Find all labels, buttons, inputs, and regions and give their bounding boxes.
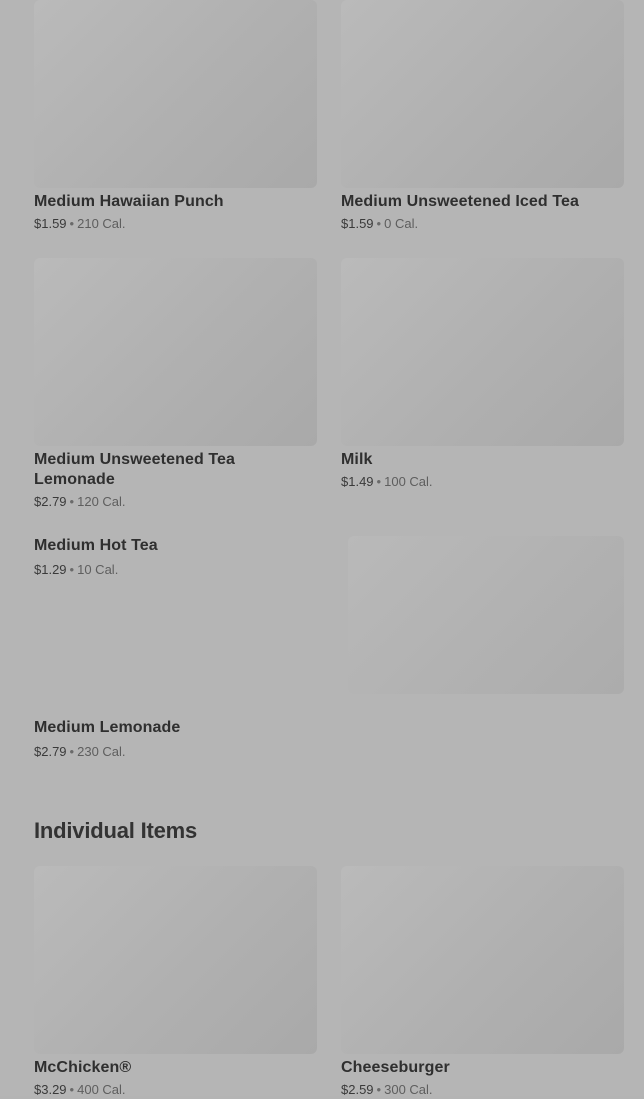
menu-item-meta: $2.59 • 300 Cal. bbox=[341, 1081, 624, 1099]
separator-dot: • bbox=[69, 744, 75, 759]
separator-dot: • bbox=[69, 1082, 75, 1097]
menu-item-image[interactable] bbox=[348, 536, 624, 694]
menu-item-card[interactable]: Cheeseburger $2.59 • 300 Cal. bbox=[341, 866, 624, 1099]
menu-item-calories: 400 Cal. bbox=[77, 1082, 126, 1097]
menu-item-card[interactable]: Medium Unsweetened Tea Lemonade $2.79 • 12… bbox=[34, 258, 317, 511]
menu-item-meta: $2.79 • 230 Cal. bbox=[34, 743, 317, 761]
separator-dot: • bbox=[69, 494, 75, 509]
menu-item-price: $2.79 bbox=[34, 744, 67, 759]
menu-item-card[interactable]: Medium Hot Tea $1.29 • 10 Cal. bbox=[34, 532, 317, 579]
menu-item-calories: 210 Cal. bbox=[77, 216, 126, 231]
menu-item-meta: $1.29 • 10 Cal. bbox=[34, 561, 317, 579]
menu-item-calories: 300 Cal. bbox=[384, 1082, 433, 1097]
menu-item-card[interactable]: Medium Hawaiian Punch $1.59 • 210 Cal. bbox=[34, 0, 317, 233]
menu-item-name: Medium Hawaiian Punch bbox=[34, 193, 224, 210]
menu-item-card[interactable]: Milk $1.49 • 100 Cal. bbox=[341, 258, 624, 491]
section-heading: Individual Items bbox=[34, 818, 198, 843]
separator-dot: • bbox=[376, 1082, 382, 1097]
menu-item-card[interactable]: McChicken® $3.29 • 400 Cal. bbox=[34, 866, 317, 1099]
menu-item-calories: 230 Cal. bbox=[77, 744, 126, 759]
menu-item-card[interactable]: Medium Unsweetened Iced Tea $1.59 • 0 Cal. bbox=[341, 0, 624, 233]
menu-item-name: Medium Hot Tea bbox=[34, 537, 158, 554]
separator-dot: • bbox=[376, 474, 382, 489]
separator-dot: • bbox=[376, 216, 382, 231]
menu-item-image bbox=[34, 866, 317, 1054]
menu-item-name: McChicken® bbox=[34, 1059, 132, 1076]
menu-item-meta: $3.29 • 400 Cal. bbox=[34, 1081, 317, 1099]
menu-item-image bbox=[34, 258, 317, 446]
menu-item-meta: $1.59 • 210 Cal. bbox=[34, 215, 317, 233]
menu-item-name: Medium Unsweetened Iced Tea bbox=[341, 193, 580, 210]
menu-item-price: $2.79 bbox=[34, 494, 67, 509]
menu-item-name: Medium Unsweetened Tea Lemonade bbox=[34, 451, 236, 488]
menu-item-calories: 100 Cal. bbox=[384, 474, 433, 489]
separator-dot: • bbox=[69, 216, 75, 231]
menu-item-name: Medium Lemonade bbox=[34, 719, 181, 736]
menu-item-image bbox=[341, 258, 624, 446]
menu-item-name: Milk bbox=[341, 451, 373, 468]
menu-item-name: Cheeseburger bbox=[341, 1059, 450, 1076]
menu-item-price: $3.29 bbox=[34, 1082, 67, 1097]
menu-item-price: $1.59 bbox=[34, 216, 67, 231]
menu-item-image bbox=[34, 0, 317, 188]
menu-item-card[interactable]: Medium Lemonade $2.79 • 230 Cal. bbox=[34, 714, 317, 761]
menu-item-image bbox=[341, 866, 624, 1054]
menu-item-meta: $2.79 • 120 Cal. bbox=[34, 493, 317, 511]
menu-item-meta: $1.59 • 0 Cal. bbox=[341, 215, 624, 233]
separator-dot: • bbox=[69, 562, 75, 577]
menu-item-meta: $1.49 • 100 Cal. bbox=[341, 473, 624, 491]
menu-item-image bbox=[341, 0, 624, 188]
menu-item-price: $1.29 bbox=[34, 562, 67, 577]
menu-item-calories: 0 Cal. bbox=[384, 216, 419, 231]
menu-item-price: $1.49 bbox=[341, 474, 374, 489]
menu-item-price: $2.59 bbox=[341, 1082, 374, 1097]
menu-item-price: $1.59 bbox=[341, 216, 374, 231]
menu-item-calories: 10 Cal. bbox=[77, 562, 119, 577]
menu-item-calories: 120 Cal. bbox=[77, 494, 126, 509]
